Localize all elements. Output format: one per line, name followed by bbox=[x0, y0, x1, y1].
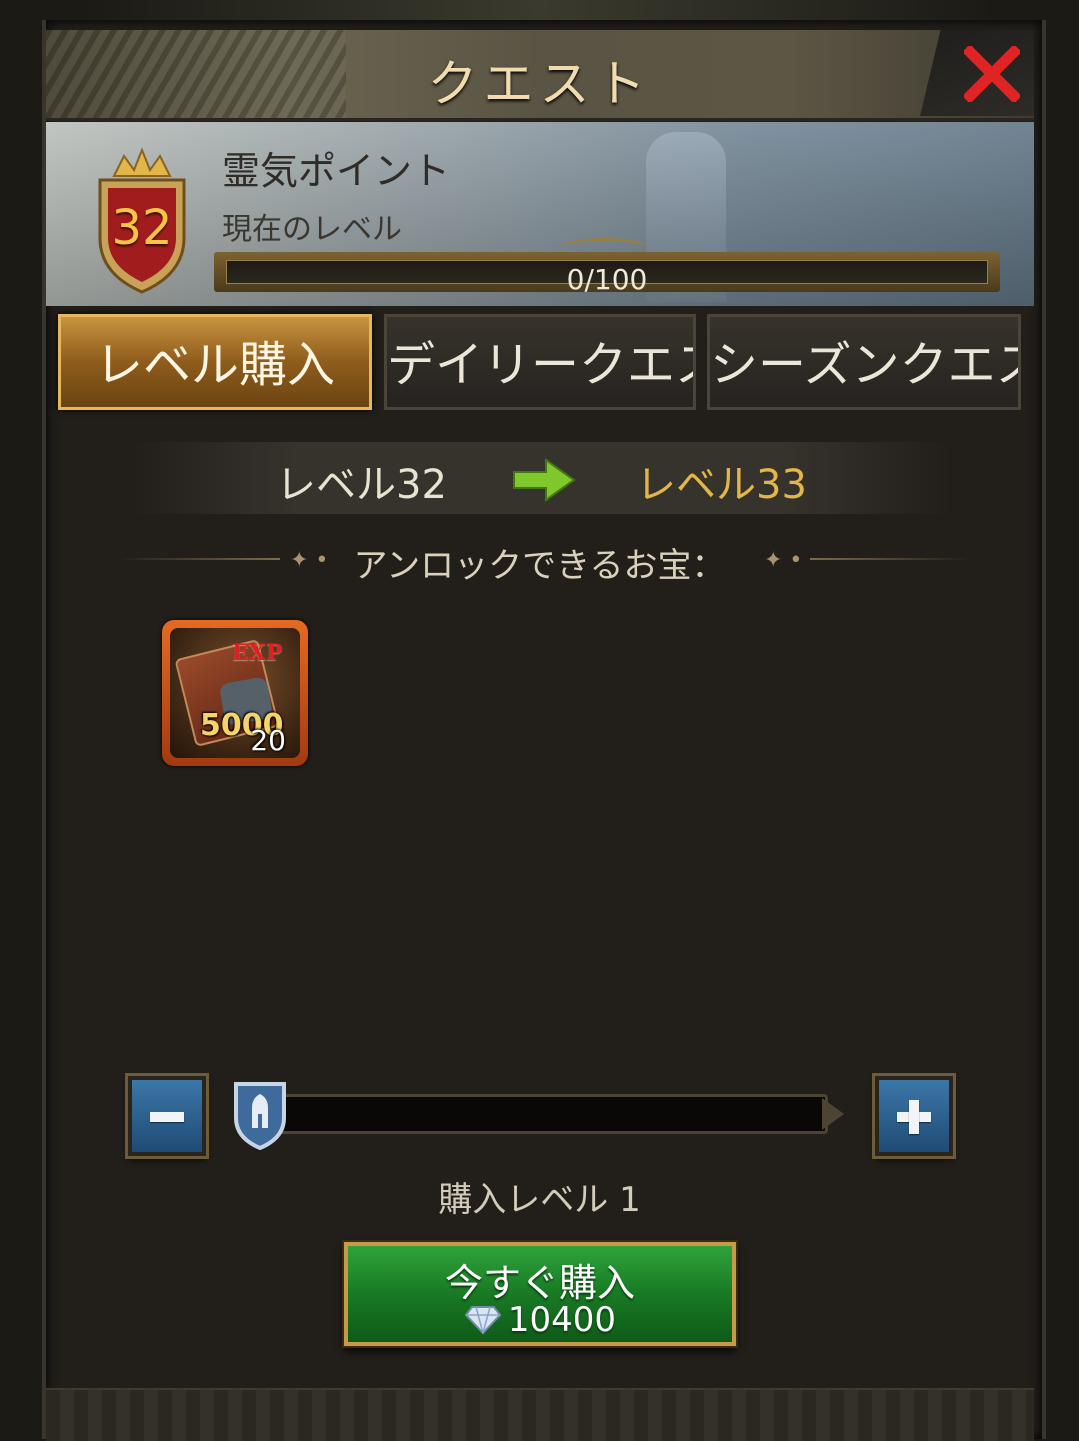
footer-border bbox=[46, 1388, 1034, 1441]
reward-item-exp[interactable]: EXP 5000 20 bbox=[162, 620, 308, 766]
divider-right bbox=[810, 558, 970, 560]
buy-price: 10400 bbox=[348, 1300, 732, 1340]
level-badge-number: 32 bbox=[111, 200, 173, 256]
buy-now-label: 今すぐ購入 bbox=[444, 1261, 635, 1305]
green-arrow-icon bbox=[513, 458, 576, 502]
decrease-button[interactable] bbox=[128, 1076, 206, 1156]
buy-now-button[interactable]: 今すぐ購入 10400 bbox=[344, 1242, 736, 1346]
close-icon bbox=[964, 46, 1020, 102]
progress-track: 0/100 bbox=[226, 260, 988, 296]
minus-icon bbox=[150, 1112, 184, 1122]
treasure-heading: アンロックできるお宝： bbox=[353, 546, 726, 586]
diamond-icon bbox=[464, 1306, 502, 1335]
reward-tag: EXP bbox=[232, 640, 283, 666]
exp-book-icon: EXP 5000 20 bbox=[170, 628, 300, 758]
purchase-level-slider[interactable] bbox=[256, 1094, 828, 1134]
knight-thumb-icon[interactable] bbox=[232, 1078, 288, 1150]
plus-icon bbox=[909, 1100, 919, 1134]
price-value: 10400 bbox=[507, 1300, 617, 1340]
increase-button[interactable] bbox=[875, 1076, 953, 1156]
progress-text: 0/100 bbox=[566, 263, 648, 296]
current-level-label: 現在のレベル bbox=[222, 212, 402, 247]
points-title: 霊気ポイント bbox=[222, 149, 451, 193]
tab-level-purchase[interactable]: レベル購入 bbox=[58, 314, 372, 410]
purchase-level-label: 購入レベル 1 bbox=[438, 1180, 641, 1220]
tab-season-quest[interactable]: シーズンクエスト bbox=[707, 314, 1021, 410]
progress-bar: 0/100 bbox=[214, 252, 1000, 296]
dialog-title: クエスト bbox=[427, 55, 652, 113]
level-to: レベル33 bbox=[636, 462, 807, 508]
reward-count: 20 bbox=[250, 724, 286, 757]
sparkle-right: ✦ • bbox=[764, 548, 803, 573]
tab-daily-quest[interactable]: デイリークエスト bbox=[384, 314, 696, 410]
level-from: レベル32 bbox=[276, 462, 447, 508]
